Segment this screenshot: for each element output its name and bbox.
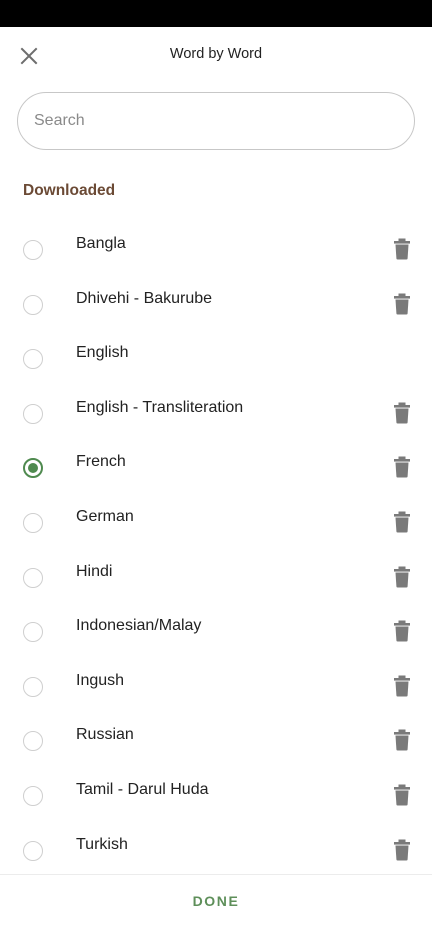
trash-icon[interactable] [392,293,412,315]
list-item[interactable]: French [0,440,432,495]
list-item[interactable]: German [0,495,432,550]
section-title: Downloaded [23,182,116,199]
list-item[interactable]: Tamil - Darul Huda [0,768,432,823]
header: Word by Word [0,27,432,83]
language-label: English - Transliteration [76,398,244,416]
language-label: Russian [76,726,134,744]
list-item[interactable]: English - Transliteration [0,386,432,441]
list-item[interactable]: Hindi [0,550,432,605]
list-item[interactable]: Dhivehi - Bakurube [0,277,432,332]
language-label: English [76,344,129,362]
language-label: Ingush [76,671,125,689]
list-item[interactable]: Indonesian/Malay [0,604,432,659]
page-title: Word by Word [169,46,263,62]
language-label: French [76,453,126,471]
trash-icon[interactable] [392,238,412,260]
language-label: Indonesian/Malay [76,617,202,635]
language-label: Hindi [76,562,113,580]
done-button[interactable]: DONE [0,875,432,926]
status-bar [0,0,432,27]
trash-icon[interactable] [392,839,412,861]
radio-button[interactable] [23,622,43,643]
radio-button[interactable] [23,294,43,315]
radio-button[interactable] [23,785,43,806]
radio-button[interactable] [23,403,43,424]
list-item[interactable]: Turkish [0,823,432,878]
trash-icon[interactable] [392,729,412,751]
radio-button[interactable] [23,240,43,260]
list-item[interactable]: Ingush [0,659,432,714]
trash-icon[interactable] [392,511,412,533]
radio-button[interactable] [23,567,43,588]
language-label: Dhivehi - Bakurube [76,289,213,307]
radio-button[interactable] [23,512,43,533]
trash-icon[interactable] [392,784,412,806]
radio-button[interactable] [23,349,43,370]
trash-icon[interactable] [392,675,412,697]
list-item[interactable]: Bangla [0,222,432,277]
list-item[interactable]: English [0,331,432,386]
trash-icon[interactable] [392,402,412,424]
radio-button[interactable] [23,731,43,752]
language-label: Tamil - Darul Huda [76,780,209,798]
radio-button[interactable] [23,458,43,479]
radio-button[interactable] [23,840,43,861]
trash-icon[interactable] [392,566,412,588]
trash-icon[interactable] [392,456,412,478]
language-label: Bangla [76,235,126,252]
trash-icon[interactable] [392,620,412,642]
language-label: German [76,507,134,525]
language-list: Bangla Dhivehi - Bakurube English English -… [0,222,432,877]
language-label: Turkish [76,835,128,853]
radio-button[interactable] [23,676,43,697]
list-item[interactable]: Russian [0,713,432,768]
search-input[interactable] [17,92,415,150]
